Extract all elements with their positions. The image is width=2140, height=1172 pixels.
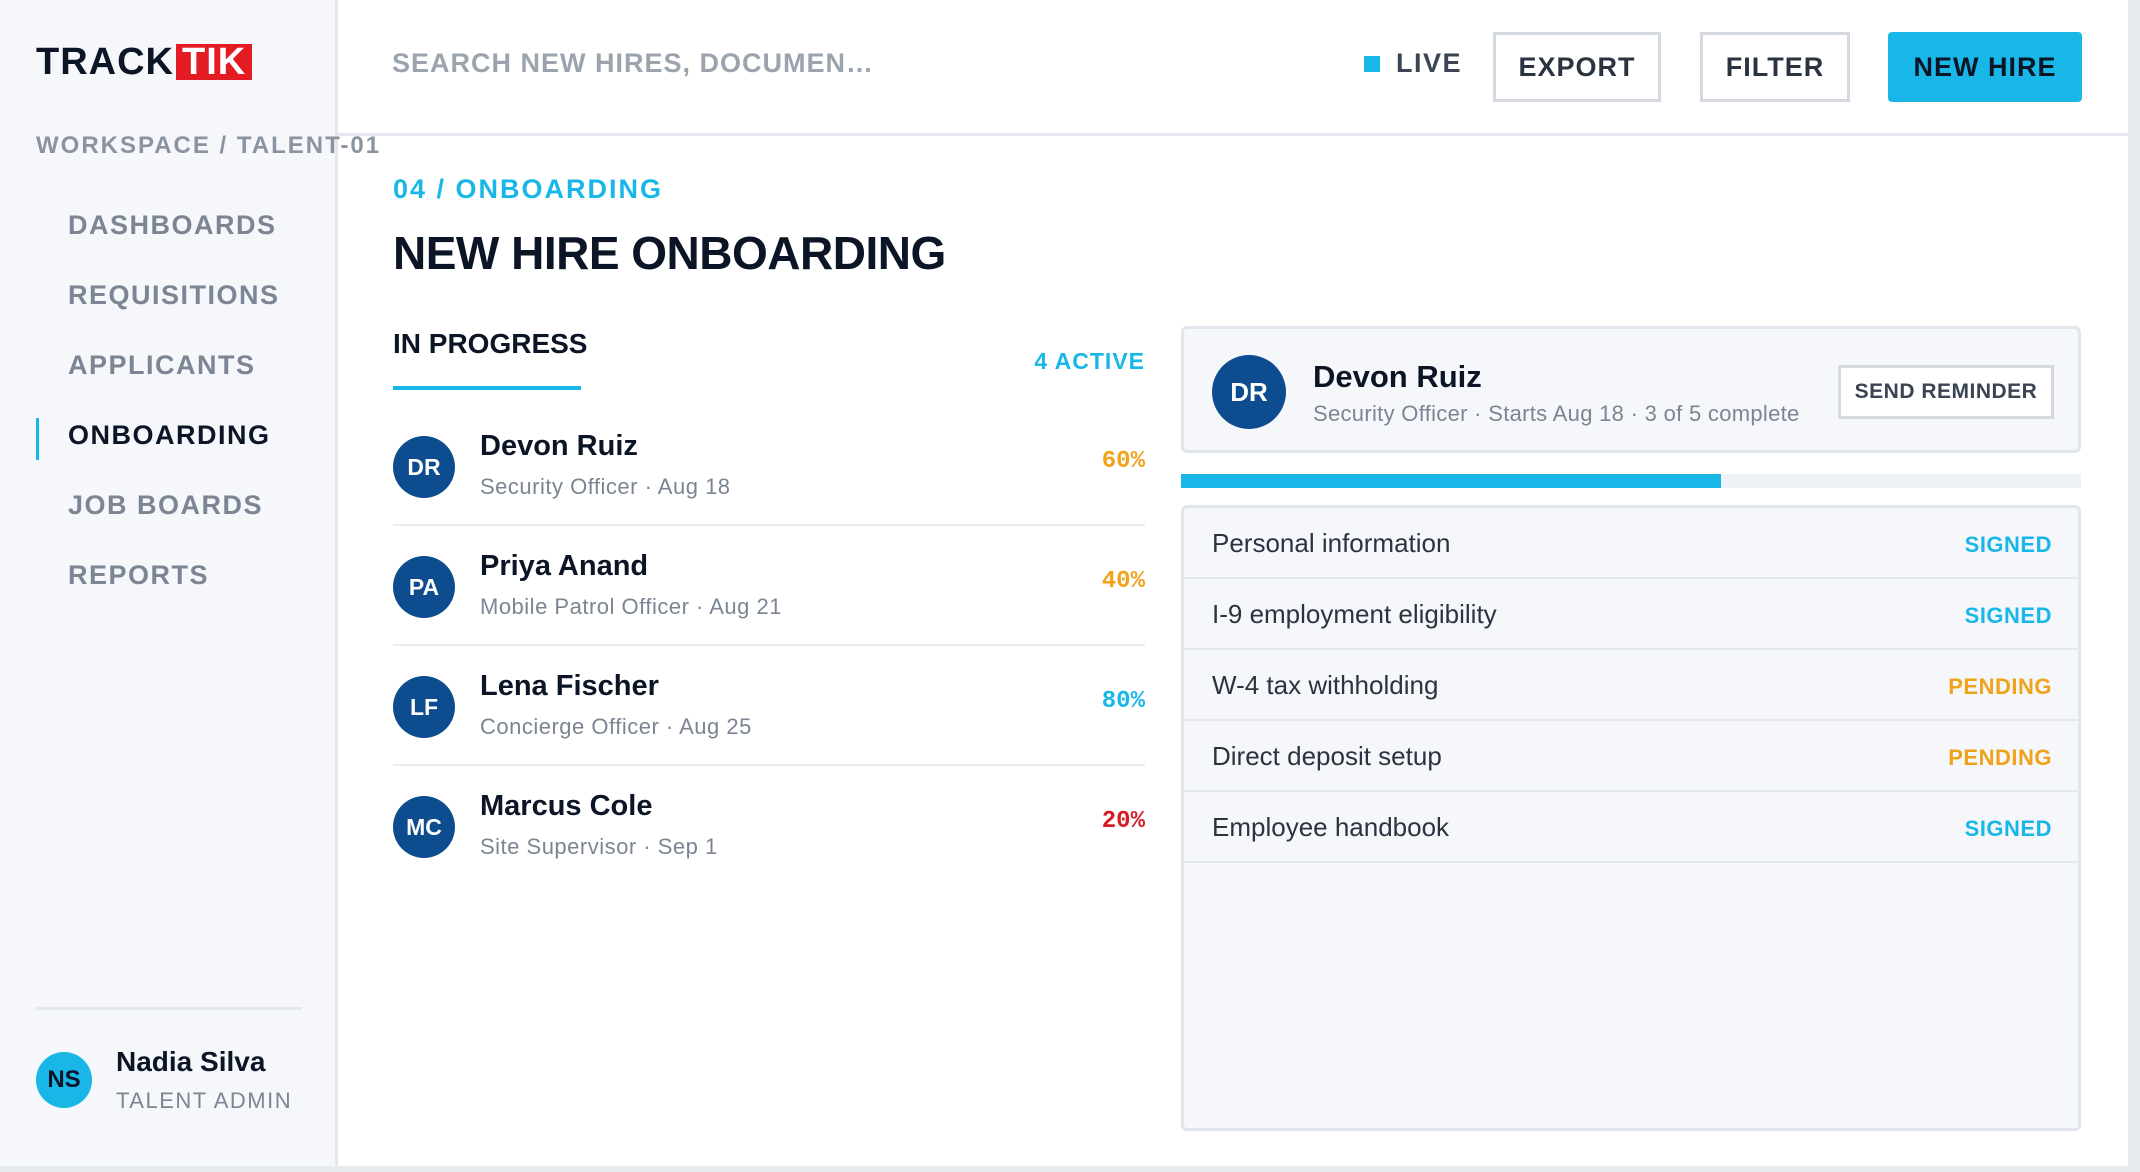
user-role: TALENT ADMIN — [116, 1088, 293, 1113]
section-breadcrumb: 04 / ONBOARDING — [393, 174, 664, 204]
checklist-status-badge: PENDING — [1948, 674, 2052, 699]
tab-in-progress[interactable]: IN PROGRESS — [393, 328, 587, 388]
filter-button[interactable]: FILTER — [1700, 32, 1850, 102]
hire-avatar: MC — [393, 796, 455, 858]
hire-name: Lena Fischer — [480, 670, 659, 702]
hire-progress-percent: 20% — [1101, 808, 1145, 835]
hire-subtitle: Concierge Officer · Aug 25 — [480, 714, 752, 739]
sidebar-item-reports[interactable]: REPORTS — [36, 540, 326, 610]
live-dot-icon — [1364, 55, 1380, 72]
hire-row[interactable]: MC Marcus Cole Site Supervisor · Sep 1 2… — [393, 766, 1145, 884]
sidebar-item-applicants[interactable]: APPLICANTS — [36, 330, 326, 400]
send-reminder-button[interactable]: SEND REMINDER — [1838, 365, 2054, 419]
hire-list: DR Devon Ruiz Security Officer · Aug 18 … — [393, 406, 1145, 884]
checklist-item-label: W-4 tax withholding — [1212, 670, 1439, 700]
checklist-status-badge: SIGNED — [1964, 603, 2052, 628]
tracktik-logo[interactable]: TRACK TIK — [36, 41, 253, 83]
live-label: LIVE — [1396, 48, 1463, 78]
sidebar-divider — [36, 1007, 302, 1010]
hire-avatar: DR — [393, 436, 455, 498]
hire-progress-percent: 60% — [1101, 448, 1145, 475]
checklist-item[interactable]: Personal information SIGNED — [1184, 508, 2078, 579]
hire-subtitle: Security Officer · Aug 18 — [480, 474, 731, 499]
page-title: NEW HIRE ONBOARDING — [393, 227, 946, 279]
hire-name: Devon Ruiz — [480, 430, 638, 462]
tab-active-underline — [393, 386, 581, 390]
export-button[interactable]: EXPORT — [1493, 32, 1661, 102]
checklist-item-label: Personal information — [1212, 528, 1451, 558]
user-avatar: NS — [36, 1052, 92, 1108]
current-user[interactable]: NS Nadia Silva TALENT ADMIN — [36, 1046, 292, 1114]
user-info: Nadia Silva TALENT ADMIN — [116, 1046, 292, 1114]
hire-name: Marcus Cole — [480, 790, 653, 822]
checklist-item[interactable]: Direct deposit setup PENDING — [1184, 721, 2078, 792]
sidebar-item-job-boards[interactable]: JOB BOARDS — [36, 470, 326, 540]
app-window: TRACK TIK WORKSPACE / TALENT-01 DASHBOARD… — [0, 0, 2128, 1166]
hire-progress-percent: 80% — [1101, 688, 1145, 715]
search-input[interactable] — [392, 48, 992, 79]
new-hire-button[interactable]: NEW HIRE — [1888, 32, 2082, 102]
hire-row[interactable]: DR Devon Ruiz Security Officer · Aug 18 … — [393, 406, 1145, 526]
checklist-item[interactable]: I-9 employment eligibility SIGNED — [1184, 579, 2078, 650]
live-indicator: LIVE — [1364, 48, 1462, 79]
logo-track-text: TRACK — [36, 40, 174, 83]
sidebar: TRACK TIK WORKSPACE / TALENT-01 DASHBOARD… — [0, 0, 379, 1166]
sidebar-item-onboarding[interactable]: ONBOARDING — [36, 400, 326, 470]
document-checklist: Personal information SIGNED I-9 employme… — [1181, 505, 2081, 1131]
hire-detail-card: DR Devon Ruiz Security Officer · Starts … — [1181, 326, 2081, 453]
onboarding-progress-fill — [1181, 474, 1721, 488]
hire-avatar: LF — [393, 676, 455, 738]
checklist-item[interactable]: Employee handbook SIGNED — [1184, 792, 2078, 863]
onboarding-progress-bar — [1181, 474, 2081, 488]
user-name: Nadia Silva — [116, 1046, 266, 1077]
hire-name: Priya Anand — [480, 550, 649, 582]
topbar: LIVE EXPORT FILTER NEW HIRE — [338, 0, 2128, 136]
hire-subtitle: Site Supervisor · Sep 1 — [480, 834, 718, 859]
checklist-item[interactable]: W-4 tax withholding PENDING — [1184, 650, 2078, 721]
detail-avatar: DR — [1212, 355, 1286, 429]
hire-row[interactable]: LF Lena Fischer Concierge Officer · Aug … — [393, 646, 1145, 766]
checklist-status-badge: SIGNED — [1964, 816, 2052, 841]
workspace-breadcrumb: WORKSPACE / TALENT-01 — [36, 132, 382, 159]
sidebar-item-requisitions[interactable]: REQUISITIONS — [36, 260, 326, 330]
checklist-status-badge: SIGNED — [1964, 532, 2052, 557]
checklist-item-label: Employee handbook — [1212, 812, 1450, 842]
sidebar-nav: DASHBOARDS REQUISITIONS APPLICANTS ONBOA… — [36, 190, 326, 610]
sidebar-item-dashboards[interactable]: DASHBOARDS — [36, 190, 326, 260]
checklist-item-label: Direct deposit setup — [1212, 741, 1442, 771]
detail-subtitle: Security Officer · Starts Aug 18 · 3 of … — [1313, 401, 1800, 426]
checklist-item-label: I-9 employment eligibility — [1212, 599, 1497, 629]
hire-subtitle: Mobile Patrol Officer · Aug 21 — [480, 594, 782, 619]
logo-tik-text: TIK — [175, 43, 253, 81]
list-header: IN PROGRESS 4 ACTIVE — [393, 328, 1145, 390]
hire-avatar: PA — [393, 556, 455, 618]
active-count-badge: 4 ACTIVE — [1034, 348, 1145, 374]
checklist-status-badge: PENDING — [1948, 745, 2052, 770]
hire-progress-percent: 40% — [1101, 568, 1145, 595]
hire-row[interactable]: PA Priya Anand Mobile Patrol Officer · A… — [393, 526, 1145, 646]
detail-name: Devon Ruiz — [1313, 359, 1482, 394]
